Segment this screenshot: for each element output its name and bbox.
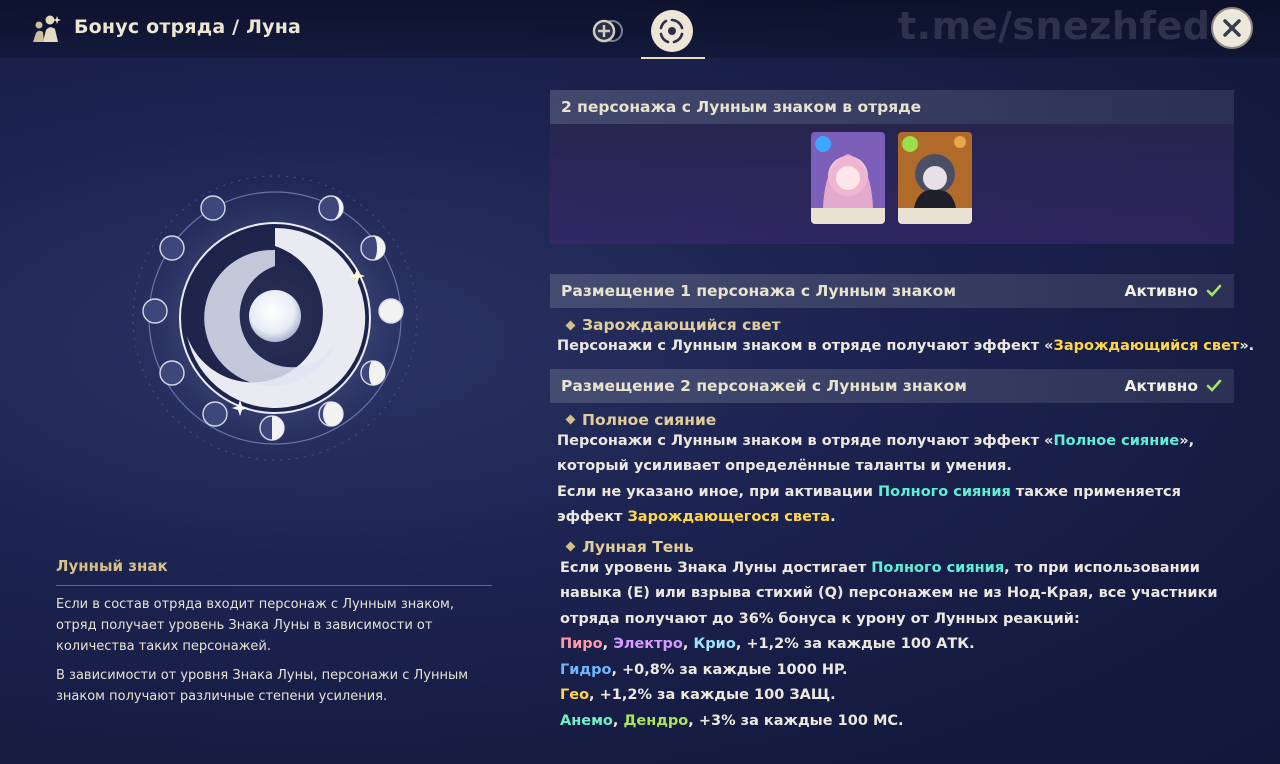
section-2-header: Размещение 2 персонажей с Лунным знаком … bbox=[550, 368, 1234, 403]
character-card[interactable] bbox=[811, 132, 885, 224]
diamond-bullet-icon bbox=[565, 320, 576, 330]
element-anemo: Анемо bbox=[560, 712, 613, 729]
text-line: Персонажи с Лунным знаком в отряде получ… bbox=[557, 429, 1234, 455]
text-run: , +1,2% за каждые 100 АТК. bbox=[735, 636, 975, 652]
subsection-title: Лунная Тень bbox=[582, 537, 694, 556]
section-1-header: Размещение 1 персонажа с Лунным знаком А… bbox=[550, 274, 1234, 308]
bonus-details-panel: 2 персонажа с Лунным знаком в отряде Раз… bbox=[550, 90, 1254, 735]
subsection-title: Полное сияние bbox=[582, 410, 717, 429]
subsection-lunar-shadow: Лунная Тень bbox=[565, 537, 1234, 556]
character-card[interactable] bbox=[898, 132, 972, 224]
text-line: эффект Зарождающегося света. bbox=[557, 505, 1234, 531]
element-pyro: Пиро bbox=[560, 636, 603, 652]
text-line: Анемо, Дендро, +3% за каждые 100 МС. bbox=[560, 712, 904, 729]
checkmark-icon bbox=[1206, 284, 1222, 297]
text-line: Пиро, Электро, Крио, +1,2% за каждые 100… bbox=[560, 636, 975, 652]
section-1-title: Размещение 1 персонажа с Лунным знаком bbox=[561, 282, 956, 300]
section-2-description: Персонажи с Лунным знаком в отряде получ… bbox=[557, 429, 1234, 531]
lore-paragraph-2: В зависимости от уровня Знака Луны, перс… bbox=[56, 668, 469, 704]
highlight-term: Зарождающегося света bbox=[627, 509, 831, 525]
text-line: отряда получают до 36% бонуса к урону от… bbox=[560, 610, 1080, 627]
section-1-status: Активно bbox=[1124, 274, 1222, 308]
text-run: Персонажи с Лунным знаком в отряде получ… bbox=[557, 338, 1054, 354]
moon-tab-icon[interactable] bbox=[649, 8, 695, 54]
text-run: также применяется bbox=[1010, 483, 1181, 500]
highlight-term: Полное сияние bbox=[1053, 432, 1180, 449]
checkmark-icon bbox=[1206, 379, 1222, 392]
close-icon bbox=[1223, 19, 1241, 37]
text-run: , то при использовании bbox=[1004, 559, 1200, 576]
text-run: », bbox=[1179, 432, 1195, 449]
moon-sign-emblem bbox=[127, 170, 423, 466]
section-2-status-label: Активно bbox=[1124, 376, 1198, 395]
text-line: Если не указано иное, при активации Полн… bbox=[557, 480, 1234, 506]
section-1-status-label: Активно bbox=[1124, 282, 1198, 300]
element-cryo: Крио bbox=[693, 636, 736, 652]
text-run: . bbox=[830, 509, 836, 525]
section-2-title: Размещение 2 персонажей с Лунным знаком bbox=[561, 376, 967, 395]
element-dendro: Дендро bbox=[623, 712, 689, 729]
diamond-bullet-icon bbox=[565, 414, 576, 425]
elemental-resonance-tab-icon[interactable] bbox=[585, 8, 631, 54]
party-icon bbox=[33, 15, 61, 42]
active-tab-indicator bbox=[641, 57, 705, 59]
lore-paragraph-1: Если в состав отряда входит персонаж с Л… bbox=[56, 597, 454, 654]
text-run: Если не указано иное, при активации bbox=[557, 483, 878, 500]
text-run: эффект bbox=[557, 509, 628, 525]
highlight-term: Полного сияния bbox=[877, 483, 1011, 500]
text-line: Гео, +1,2% за каждые 100 ЗАЩ. bbox=[560, 683, 1234, 709]
highlight-term: Зарождающийся свет bbox=[1053, 338, 1240, 354]
text-run: , +0,8% за каждые 1000 HP. bbox=[611, 661, 848, 678]
element-electro: Электро bbox=[613, 636, 683, 652]
text-line: Гидро, +0,8% за каждые 1000 HP. bbox=[560, 658, 1234, 684]
party-characters-panel bbox=[550, 124, 1234, 244]
subsection-full-radiance: Полное сияние bbox=[565, 410, 1234, 429]
top-bar: Бонус отряда / Луна t.me/snezhfed bbox=[0, 0, 1280, 59]
character-portrait bbox=[898, 132, 972, 208]
text-run: , +3% за каждые 100 МС. bbox=[688, 712, 904, 729]
lore-panel: Лунный знак Если в состав отряда входит … bbox=[56, 557, 492, 715]
element-hydro: Гидро bbox=[560, 661, 612, 678]
text-line: навыка (E) или взрыва стихий (Q) персона… bbox=[560, 585, 1218, 601]
highlight-term: Полного сияния bbox=[871, 559, 1005, 576]
character-card-footer bbox=[898, 208, 972, 224]
element-geo: Гео bbox=[560, 687, 590, 703]
party-section-header: 2 персонажа с Лунным знаком в отряде bbox=[550, 90, 1234, 124]
text-run: Если уровень Знака Луны достигает bbox=[560, 559, 872, 576]
section-1-description: Персонажи с Лунным знаком в отряде получ… bbox=[557, 334, 1254, 360]
page-title: Бонус отряда / Луна bbox=[74, 16, 302, 38]
character-card-footer bbox=[811, 208, 885, 224]
lore-divider bbox=[56, 585, 492, 586]
section-2-status: Активно bbox=[1124, 369, 1222, 403]
text-line: который усиливает определённые таланты и… bbox=[557, 458, 1012, 474]
text-run: , +1,2% за каждые 100 ЗАЩ. bbox=[589, 687, 836, 703]
subsection-title: Зарождающийся свет bbox=[582, 316, 781, 334]
lunar-shadow-description: Если уровень Знака Луны достигает Полног… bbox=[560, 556, 1234, 735]
text-run: ». bbox=[1239, 338, 1255, 354]
close-button[interactable] bbox=[1211, 7, 1253, 49]
watermark: t.me/snezhfed bbox=[898, 4, 1211, 48]
character-portrait bbox=[811, 132, 885, 208]
text-line: Если уровень Знака Луны достигает Полног… bbox=[560, 556, 1234, 582]
lore-title: Лунный знак bbox=[56, 557, 168, 575]
subsection-nascent-light: Зарождающийся свет bbox=[565, 316, 1234, 334]
text-run: Персонажи с Лунным знаком в отряде получ… bbox=[557, 432, 1054, 449]
party-section-title: 2 персонажа с Лунным знаком в отряде bbox=[561, 98, 922, 116]
diamond-bullet-icon bbox=[565, 541, 576, 552]
